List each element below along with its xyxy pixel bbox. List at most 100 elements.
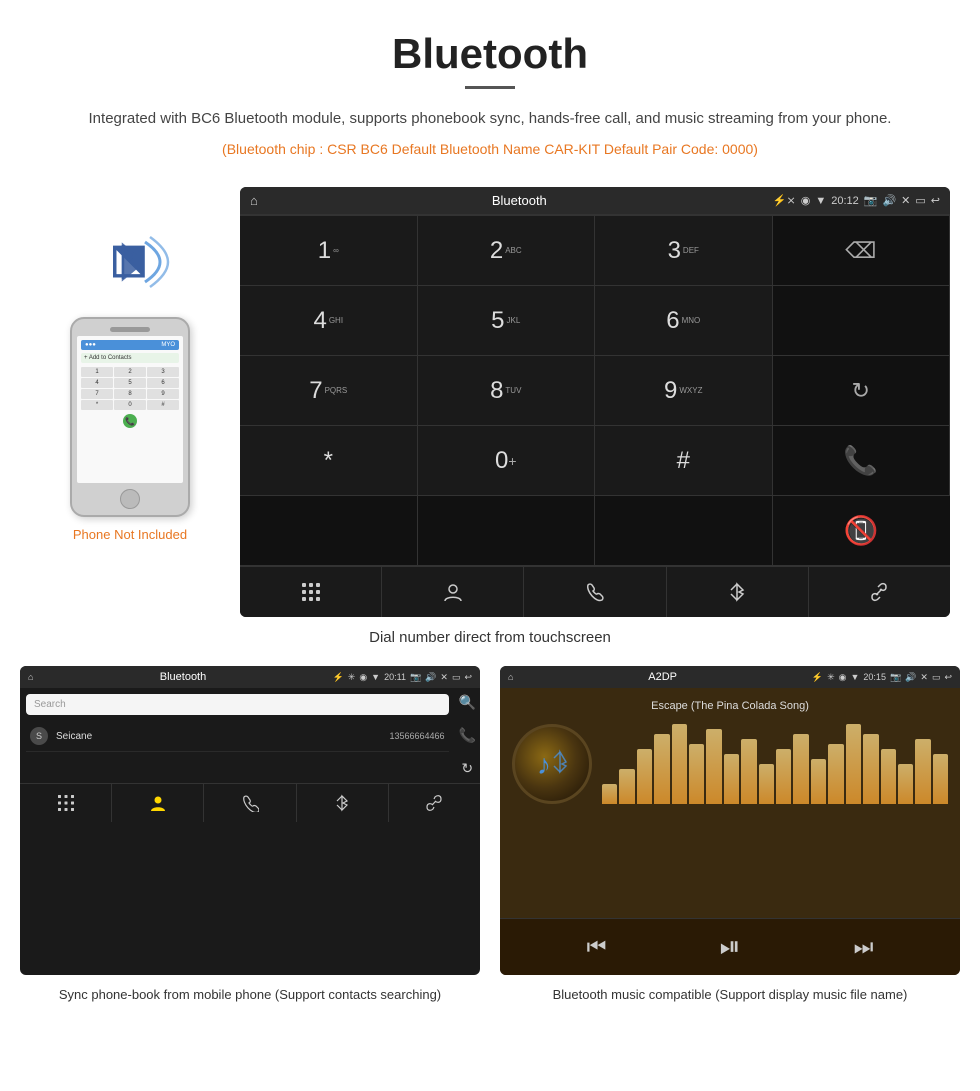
specs-text: (Bluetooth chip : CSR BC6 Default Blueto…	[60, 141, 920, 157]
phone-key: 4	[81, 378, 113, 388]
phonebook-screen: ⌂ Bluetooth ⚡ ✳ ◉ ▼ 20:11 📷 🔊 ✕ ▭ ↩ Sear…	[20, 666, 480, 975]
eq-bar	[793, 734, 808, 804]
pb-bluetooth-bottom-btn[interactable]	[297, 784, 389, 822]
eq-bar	[828, 744, 843, 804]
next-track-btn[interactable]: ⏭	[854, 934, 874, 960]
pb-contact-number: 13566664466	[390, 731, 445, 741]
contacts-icon	[442, 581, 464, 603]
play-pause-btn[interactable]: ⏯	[720, 931, 741, 963]
phone-keypad: 1 2 3 4 5 6 7 8 9 * 0 #	[81, 367, 179, 410]
dial-key-3[interactable]: 3DEF	[595, 216, 773, 286]
phone-mock: ●●●MYO + Add to Contacts 1 2 3 4 5 6 7 8…	[70, 317, 190, 517]
pb-contact-row[interactable]: S Seicane 13566664466	[26, 721, 449, 752]
eq-bar	[759, 764, 774, 804]
dial-backspace[interactable]: ⌫	[773, 216, 951, 286]
pb-dialpad-icon	[57, 794, 75, 812]
music-app-name: A2DP	[517, 671, 807, 683]
usb-icon: ⚡	[773, 194, 787, 207]
phone-screen: ●●●MYO + Add to Contacts 1 2 3 4 5 6 7 8…	[77, 336, 183, 483]
pb-signal-icon: ▼	[371, 672, 380, 682]
pb-vol-icon: 🔊	[425, 672, 436, 683]
pb-usb-icon: ⚡	[333, 672, 344, 683]
dial-reload[interactable]: ↻	[773, 356, 951, 426]
car-dial-grid: 1∞ 2ABC 3DEF ⌫ 4GHI 5JKL 6MNO	[240, 215, 950, 566]
eq-bar	[898, 764, 913, 804]
dial-empty-4	[595, 496, 773, 566]
music-location-icon: ◉	[839, 672, 847, 683]
music-album-art: ♪	[512, 724, 592, 804]
eq-bar	[689, 744, 704, 804]
dial-key-1[interactable]: 1∞	[240, 216, 418, 286]
pb-dialpad-btn[interactable]	[20, 784, 112, 822]
pb-main: Search S Seicane 13566664466	[20, 688, 455, 783]
pb-search-icon[interactable]: 🔍	[459, 694, 476, 711]
window-icon: ▭	[915, 194, 925, 207]
eq-bar	[724, 754, 739, 804]
pb-win-icon: ▭	[452, 672, 461, 683]
car-status-bar: ⌂ Bluetooth ⚡ ⨯ ◉ ▼ 20:12 📷 🔊 ✕ ▭ ↩	[240, 187, 950, 215]
music-signal-icon: ▼	[851, 672, 860, 682]
dial-key-8[interactable]: 8TUV	[418, 356, 596, 426]
dial-key-6[interactable]: 6MNO	[595, 286, 773, 356]
phone-key: 3	[147, 367, 179, 377]
pb-phone-bottom-btn[interactable]	[204, 784, 296, 822]
pb-content: Search S Seicane 13566664466	[20, 688, 455, 758]
pb-phone-icon[interactable]: 📞	[459, 727, 476, 744]
eq-bar	[881, 749, 896, 804]
pb-reload-icon[interactable]: ↻	[461, 760, 473, 777]
main-caption: Dial number direct from touchscreen	[0, 629, 980, 646]
dial-key-4[interactable]: 4GHI	[240, 286, 418, 356]
pb-app-name: Bluetooth	[37, 671, 328, 683]
car-bluetooth-btn[interactable]	[667, 567, 809, 617]
music-usb-icon: ⚡	[812, 672, 823, 683]
phone-key: 5	[114, 378, 146, 388]
phone-key: 2	[114, 367, 146, 377]
pb-area: Search S Seicane 13566664466 🔍 📞 ↻	[20, 688, 480, 783]
prev-track-btn[interactable]: ⏮	[587, 934, 607, 960]
pb-status-bar: ⌂ Bluetooth ⚡ ✳ ◉ ▼ 20:11 📷 🔊 ✕ ▭ ↩	[20, 666, 480, 688]
dial-key-2[interactable]: 2ABC	[418, 216, 596, 286]
pb-camera-icon: 📷	[410, 672, 421, 683]
eq-bar	[741, 739, 756, 804]
music-controls: ⏮ ⏯ ⏭	[500, 918, 960, 975]
pb-phone-bottom-icon	[241, 794, 259, 812]
car-bottom-bar	[240, 566, 950, 617]
pb-contacts-active-btn[interactable]	[112, 784, 204, 822]
dial-key-9[interactable]: 9WXYZ	[595, 356, 773, 426]
eq-bar	[776, 749, 791, 804]
dial-key-0[interactable]: 0+	[418, 426, 596, 496]
phone-key: 6	[147, 378, 179, 388]
dial-key-7[interactable]: 7PQRS	[240, 356, 418, 426]
music-status-bar: ⌂ A2DP ⚡ ✳ ◉ ▼ 20:15 📷 🔊 ✕ ▭ ↩	[500, 666, 960, 688]
pb-time: 20:11	[384, 672, 406, 682]
phone-key: 7	[81, 389, 113, 399]
pb-link-bottom-btn[interactable]	[389, 784, 480, 822]
phone-key: #	[147, 400, 179, 410]
car-phone-btn[interactable]	[524, 567, 666, 617]
phone-key: 8	[114, 389, 146, 399]
phone-key: *	[81, 400, 113, 410]
eq-bar	[654, 734, 669, 804]
car-dial-screen: ⌂ Bluetooth ⚡ ⨯ ◉ ▼ 20:12 📷 🔊 ✕ ▭ ↩ 1∞ 2	[240, 187, 950, 617]
music-main-area: ♪	[512, 724, 948, 804]
phonebook-caption: Sync phone-book from mobile phone (Suppo…	[20, 985, 480, 1005]
phone-not-included-label: Phone Not Included	[73, 527, 187, 542]
car-settings-btn[interactable]	[809, 567, 950, 617]
car-dialpad-btn[interactable]	[240, 567, 382, 617]
link-icon	[868, 581, 890, 603]
time-display: 20:12	[831, 195, 859, 207]
pb-right-icons: 🔍 📞 ↻	[455, 688, 480, 783]
phone-key: 9	[147, 389, 179, 399]
pb-search-box[interactable]: Search	[26, 694, 449, 715]
dial-call-green[interactable]: 📞	[773, 426, 951, 496]
dial-key-hash[interactable]: #	[595, 426, 773, 496]
dial-call-red[interactable]: 📵	[773, 496, 951, 566]
signal-icon: ▼	[815, 195, 826, 207]
pb-back-icon: ↩	[464, 672, 472, 683]
car-contacts-btn[interactable]	[382, 567, 524, 617]
phone-screen-header: ●●●MYO	[81, 340, 179, 350]
back-icon: ↩	[931, 194, 940, 207]
eq-bar	[619, 769, 634, 804]
dial-key-star[interactable]: *	[240, 426, 418, 496]
dial-key-5[interactable]: 5JKL	[418, 286, 596, 356]
